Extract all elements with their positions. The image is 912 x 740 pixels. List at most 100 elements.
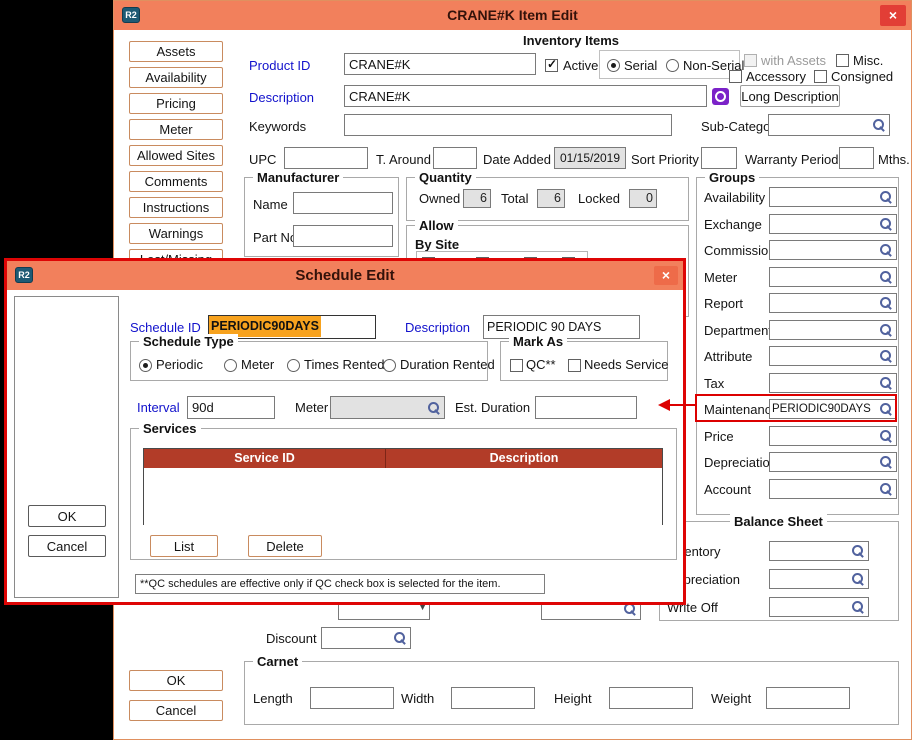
list-button[interactable]: List — [150, 535, 218, 557]
length-input[interactable] — [310, 687, 394, 709]
services-table-header: Service ID Description — [144, 449, 662, 468]
active-label: Active — [563, 58, 598, 73]
group-field-account[interactable] — [769, 479, 897, 499]
discount-field[interactable] — [321, 627, 411, 649]
with-assets-checkbox[interactable] — [744, 54, 757, 67]
search-icon[interactable] — [878, 428, 894, 444]
schedule-edit-titlebar[interactable]: R2 Schedule Edit × — [7, 261, 683, 290]
periodic-label: Periodic — [156, 357, 203, 372]
sidebar-button-allowed-sites[interactable]: Allowed Sites — [129, 145, 223, 166]
search-icon[interactable] — [878, 189, 894, 205]
close-icon[interactable]: × — [654, 266, 678, 285]
services-table-body[interactable] — [144, 468, 662, 525]
weight-input[interactable] — [766, 687, 850, 709]
accessory-checkbox[interactable] — [729, 70, 742, 83]
search-icon[interactable] — [392, 630, 408, 646]
group-field-meter[interactable] — [769, 267, 897, 287]
owned-label: Owned — [419, 191, 460, 206]
search-icon[interactable] — [426, 400, 442, 416]
manufacturer-name-input[interactable] — [293, 192, 393, 214]
non-serial-radio[interactable] — [666, 59, 679, 72]
periodic-radio[interactable] — [139, 359, 152, 372]
group-field-commission[interactable] — [769, 240, 897, 260]
sidebar-button-instructions[interactable]: Instructions — [129, 197, 223, 218]
description-input[interactable] — [344, 85, 707, 107]
sort-priority-input[interactable] — [701, 147, 737, 169]
long-description-button[interactable]: Long Description — [740, 85, 840, 107]
group-field-report[interactable] — [769, 293, 897, 313]
active-checkbox[interactable] — [545, 59, 558, 72]
misc-checkbox[interactable] — [836, 54, 849, 67]
description-label: Description — [249, 90, 314, 105]
needs-service-checkbox[interactable] — [568, 359, 581, 372]
meter-radio[interactable] — [224, 359, 237, 372]
search-icon[interactable] — [878, 481, 894, 497]
dialog-ok-button[interactable]: OK — [28, 505, 106, 527]
group-field-exchange[interactable] — [769, 214, 897, 234]
qc-mark-checkbox[interactable] — [510, 359, 523, 372]
search-icon[interactable] — [878, 216, 894, 232]
bs-depreciation-field[interactable] — [769, 569, 869, 589]
search-icon[interactable] — [878, 348, 894, 364]
schedule-type-legend: Schedule Type — [139, 334, 238, 349]
sidebar-button-comments[interactable]: Comments — [129, 171, 223, 192]
dialog-cancel-button[interactable]: Cancel — [28, 535, 106, 557]
service-id-column-header[interactable]: Service ID — [144, 449, 386, 468]
section-header: Inventory Items — [471, 33, 671, 48]
group-field-depreciation[interactable] — [769, 452, 897, 472]
search-icon[interactable] — [878, 269, 894, 285]
product-id-label: Product ID — [249, 58, 310, 73]
close-icon[interactable]: × — [880, 5, 906, 26]
consigned-checkbox[interactable] — [814, 70, 827, 83]
t-around-input[interactable] — [433, 147, 477, 169]
services-table[interactable]: Service ID Description — [143, 448, 663, 525]
serial-radio[interactable] — [607, 59, 620, 72]
sidebar-button-assets[interactable]: Assets — [129, 41, 223, 62]
group-field-tax[interactable] — [769, 373, 897, 393]
inventory-field[interactable] — [769, 541, 869, 561]
sidebar-button-availability[interactable]: Availability — [129, 67, 223, 88]
group-label-depreciation: Depreciation — [704, 455, 777, 470]
product-id-input[interactable] — [344, 53, 536, 75]
search-icon[interactable] — [878, 454, 894, 470]
ok-button[interactable]: OK — [129, 670, 223, 691]
group-label-report: Report — [704, 296, 743, 311]
width-input[interactable] — [451, 687, 535, 709]
maintenance-highlight-box — [695, 394, 897, 422]
keywords-input[interactable] — [344, 114, 672, 136]
description-column-header[interactable]: Description — [386, 449, 662, 468]
height-input[interactable] — [609, 687, 693, 709]
est-duration-input[interactable] — [535, 396, 637, 419]
search-icon[interactable] — [850, 571, 866, 587]
duration-rented-radio[interactable] — [383, 359, 396, 372]
group-field-attribute[interactable] — [769, 346, 897, 366]
description-editor-icon[interactable] — [712, 88, 729, 105]
sidebar-button-meter[interactable]: Meter — [129, 119, 223, 140]
interval-input[interactable] — [187, 396, 275, 419]
sidebar-button-warnings[interactable]: Warnings — [129, 223, 223, 244]
times-rented-radio[interactable] — [287, 359, 300, 372]
locked-field: 0 — [629, 189, 657, 208]
write-off-field[interactable] — [769, 597, 869, 617]
qc-footnote: **QC schedules are effective only if QC … — [135, 574, 545, 594]
search-icon[interactable] — [878, 375, 894, 391]
group-field-department[interactable] — [769, 320, 897, 340]
search-icon[interactable] — [878, 322, 894, 338]
group-field-price[interactable] — [769, 426, 897, 446]
cancel-button[interactable]: Cancel — [129, 700, 223, 721]
search-icon[interactable] — [850, 599, 866, 615]
search-icon[interactable] — [878, 242, 894, 258]
delete-button[interactable]: Delete — [248, 535, 322, 557]
search-icon[interactable] — [850, 543, 866, 559]
sidebar-button-pricing[interactable]: Pricing — [129, 93, 223, 114]
sub-category-field[interactable] — [768, 114, 890, 136]
part-no-input[interactable] — [293, 225, 393, 247]
group-field-availability[interactable] — [769, 187, 897, 207]
search-icon[interactable] — [878, 295, 894, 311]
search-icon[interactable] — [871, 117, 887, 133]
owned-field: 6 — [463, 189, 491, 208]
interval-label: Interval — [137, 400, 180, 415]
upc-input[interactable] — [284, 147, 368, 169]
item-edit-titlebar[interactable]: R2 CRANE#K Item Edit × — [114, 1, 911, 30]
warranty-period-input[interactable] — [839, 147, 874, 169]
